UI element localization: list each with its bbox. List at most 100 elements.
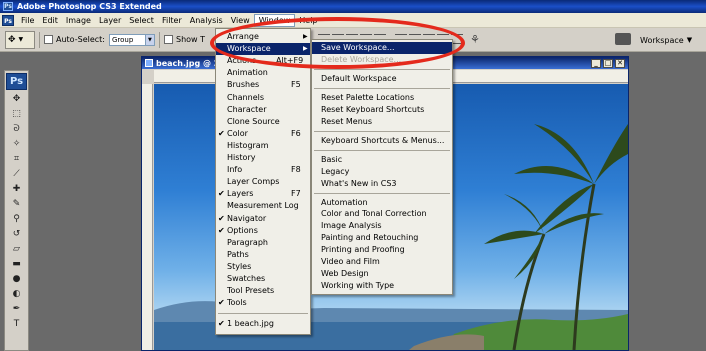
blur-tool-icon[interactable]: ● <box>7 273 26 286</box>
tool-preset-picker[interactable]: ✥ ▼ <box>5 30 35 49</box>
bridge-icon[interactable] <box>615 33 631 45</box>
type-tool-icon[interactable]: T <box>7 318 26 331</box>
document-controls: _ □ ✕ <box>591 59 625 68</box>
menu-item-label: Workspace <box>227 44 271 54</box>
workspace-menu-item-reset-menus[interactable]: Reset Menus <box>312 116 452 128</box>
workspace-menu-item-legacy[interactable]: Legacy <box>312 166 452 178</box>
menu-item-label: 1 beach.jpg <box>227 319 274 329</box>
window-menu-item-1-beach-jpg[interactable]: ✔ 1 beach.jpg <box>216 318 310 330</box>
workspace-menu-item-printing-and-proofing[interactable]: Printing and Proofing <box>312 244 452 256</box>
marquee-tool-icon[interactable]: ⬚ <box>7 108 26 121</box>
window-menu-item-info[interactable]: Info F8 <box>216 164 310 176</box>
menu-help[interactable]: Help <box>295 14 321 27</box>
window-menu-item-histogram[interactable]: Histogram <box>216 140 310 152</box>
maximize-button[interactable]: □ <box>603 59 613 68</box>
checkmark-icon: ✔ <box>218 319 225 329</box>
menu-item-label: Arrange <box>227 32 259 41</box>
menu-item-label: Legacy <box>321 166 350 176</box>
eraser-tool-icon[interactable]: ▱ <box>7 243 26 256</box>
window-menu-item-color[interactable]: ✔ Color F6 <box>216 128 310 140</box>
pen-tool-icon[interactable]: ✒ <box>7 303 26 316</box>
workspace-menu-item-reset-keyboard-shortcuts[interactable]: Reset Keyboard Shortcuts <box>312 104 452 116</box>
menu-window[interactable]: Window <box>253 13 296 27</box>
magic-wand-tool-icon[interactable]: ✧ <box>7 138 26 151</box>
menu-item-label: Keyboard Shortcuts & Menus... <box>321 135 445 145</box>
menu-item-label: Color <box>227 128 248 138</box>
menu-analysis[interactable]: Analysis <box>186 14 227 27</box>
move-tool-icon[interactable]: ✥ <box>7 93 26 106</box>
minimize-button[interactable]: _ <box>591 59 601 68</box>
menu-filter[interactable]: Filter <box>158 14 186 27</box>
window-menu-item-clone-source[interactable]: Clone Source <box>216 116 310 128</box>
workspace-button[interactable]: Workspace ▼ <box>640 33 692 47</box>
window-menu-item-styles[interactable]: Styles <box>216 261 310 273</box>
lasso-tool-icon[interactable]: ᘐ <box>7 123 26 136</box>
shortcut-label: F7 <box>291 189 301 199</box>
vertical-ruler <box>142 84 153 350</box>
workspace-menu-item-color-and-tonal-correction[interactable]: Color and Tonal Correction <box>312 208 452 220</box>
workspace-menu-item-working-with-type[interactable]: Working with Type <box>312 280 452 292</box>
workspace-menu-item-basic[interactable]: Basic <box>312 154 452 166</box>
history-brush-tool-icon[interactable]: ↺ <box>7 228 26 241</box>
workspace-menu-item-web-design[interactable]: Web Design <box>312 268 452 280</box>
workspace-menu-item-automation[interactable]: Automation <box>312 197 452 209</box>
window-menu-item-layers[interactable]: ✔ Layers F7 <box>216 188 310 200</box>
workspace-menu-item-painting-and-retouching[interactable]: Painting and Retouching <box>312 232 452 244</box>
workspace-menu-item-keyboard-shortcuts-menus[interactable]: Keyboard Shortcuts & Menus... <box>312 135 452 147</box>
menu-item-label: Save Workspace... <box>321 43 395 52</box>
workspace-menu-item-image-analysis[interactable]: Image Analysis <box>312 220 452 232</box>
divider <box>39 31 40 48</box>
menu-view[interactable]: View <box>227 14 254 27</box>
menu-item-label: Automation <box>321 197 368 207</box>
window-menu-item-swatches[interactable]: Swatches <box>216 273 310 285</box>
workspace-menu-item-reset-palette-locations[interactable]: Reset Palette Locations <box>312 92 452 104</box>
menu-item-label: Styles <box>227 261 252 271</box>
gradient-tool-icon[interactable]: ▬ <box>7 258 26 271</box>
auto-select-dropdown[interactable]: Group ▼ <box>108 33 155 46</box>
window-menu-item-channels[interactable]: Channels <box>216 92 310 104</box>
window-menu-item-workspace[interactable]: Workspace ▶ <box>216 43 310 56</box>
menu-select[interactable]: Select <box>125 14 158 27</box>
workspace-menu-item-save-workspace[interactable]: Save Workspace... <box>312 42 452 54</box>
window-menu-item-character[interactable]: Character <box>216 104 310 116</box>
photoshop-logo: Ps <box>6 73 27 90</box>
window-menu-item-tool-presets[interactable]: Tool Presets <box>216 285 310 297</box>
window-menu-item-brushes[interactable]: Brushes F5 <box>216 79 310 91</box>
show-transform-checkbox[interactable] <box>163 35 173 44</box>
app-title: Adobe Photoshop CS3 Extended <box>17 2 162 11</box>
menu-item-label: Reset Menus <box>321 116 373 126</box>
workspace-menu-item-default-workspace[interactable]: Default Workspace <box>312 73 452 85</box>
menu-edit[interactable]: Edit <box>38 14 62 27</box>
close-button[interactable]: ✕ <box>615 59 625 68</box>
brush-tool-icon[interactable]: ✎ <box>7 198 26 211</box>
clone-stamp-tool-icon[interactable]: ⚲ <box>7 213 26 226</box>
window-menu-item-tools[interactable]: ✔ Tools <box>216 297 310 309</box>
workspace-menu-item-what-s-new-in-cs3[interactable]: What's New in CS3 <box>312 178 452 190</box>
menu-separator <box>314 149 450 151</box>
dodge-tool-icon[interactable]: ◐ <box>7 288 26 301</box>
window-menu-item-options[interactable]: ✔ Options <box>216 225 310 237</box>
window-menu-item-layer-comps[interactable]: Layer Comps <box>216 176 310 188</box>
menu-image[interactable]: Image <box>62 14 95 27</box>
window-menu-item-actions[interactable]: Actions Alt+F9 <box>216 55 310 67</box>
menu-item-label: Clone Source <box>227 116 280 126</box>
menu-item-label: Web Design <box>321 269 369 279</box>
auto-select-checkbox[interactable] <box>44 35 53 44</box>
window-menu-item-history[interactable]: History <box>216 152 310 164</box>
menu-layer[interactable]: Layer <box>95 14 125 27</box>
window-menu-item-animation[interactable]: Animation <box>216 67 310 79</box>
photoshop-logo-icon[interactable]: Ps <box>2 14 14 26</box>
slice-tool-icon[interactable]: ⟋ <box>7 168 26 181</box>
menu-file[interactable]: File <box>17 14 38 27</box>
window-menu-item-paths[interactable]: Paths <box>216 249 310 261</box>
window-menu-item-paragraph[interactable]: Paragraph <box>216 237 310 249</box>
window-menu-item-navigator[interactable]: ✔ Navigator <box>216 213 310 225</box>
menu-item-label: Basic <box>321 154 343 164</box>
workspace-menu-item-video-and-film[interactable]: Video and Film <box>312 256 452 268</box>
auto-align-layers-icon[interactable]: ⚘ <box>470 33 480 46</box>
window-menu-item-measurement-log[interactable]: Measurement Log <box>216 200 310 212</box>
auto-select-label: Auto-Select: <box>56 35 105 44</box>
window-menu-item-arrange[interactable]: Arrange ▶ <box>216 31 310 43</box>
crop-tool-icon[interactable]: ⌗ <box>7 153 26 166</box>
healing-brush-tool-icon[interactable]: ✚ <box>7 183 26 196</box>
